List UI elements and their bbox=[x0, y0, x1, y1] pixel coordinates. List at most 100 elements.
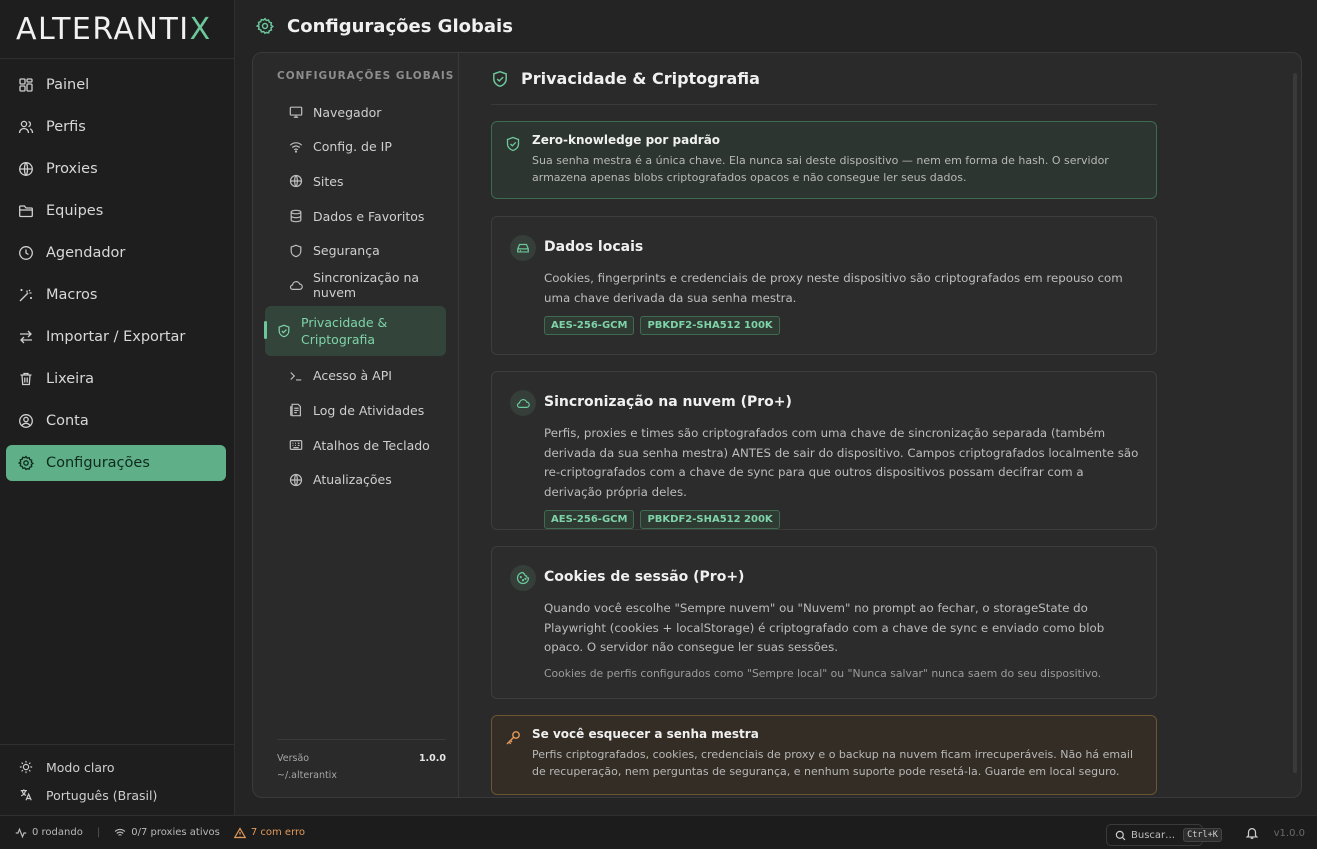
nav-label: Agendador bbox=[46, 245, 126, 261]
subnav-item-atualizacoes[interactable]: Atualizações bbox=[265, 462, 446, 497]
card-title: Cookies de sessão (Pro+) bbox=[544, 569, 745, 585]
nav-item-lixeira[interactable]: Lixeira bbox=[6, 361, 226, 397]
proxies-status[interactable]: 0/7 proxies ativos bbox=[114, 827, 220, 839]
nav-label: Perfis bbox=[46, 119, 86, 135]
subnav-label: Segurança bbox=[313, 243, 380, 259]
language-selector[interactable]: Português (Brasil) bbox=[0, 781, 234, 809]
terminal-icon bbox=[289, 369, 303, 383]
subnav-label: Privacidade & Criptografia bbox=[301, 314, 388, 347]
nav-item-painel[interactable]: Painel bbox=[6, 67, 226, 103]
subnav-label: Sincronização na nuvem bbox=[313, 270, 420, 301]
subnav-label: Log de Atividades bbox=[313, 402, 425, 418]
user-circle-icon bbox=[18, 413, 34, 429]
subnav-item-sincronizacao[interactable]: Sincronização na nuvem bbox=[265, 268, 446, 303]
version-info: Versão ~/.alterantix 1.0.0 bbox=[277, 739, 446, 781]
separator: | bbox=[96, 827, 101, 838]
nav-item-perfis[interactable]: Perfis bbox=[6, 109, 226, 145]
cloud-icon bbox=[510, 390, 536, 416]
card-dados-locais: Dados locais Cookies, fingerprints e cre… bbox=[491, 216, 1157, 355]
settings-subnav: CONFIGURAÇÕES GLOBAIS Navegador Config. … bbox=[253, 53, 459, 797]
notice-title: Zero-knowledge por padrão bbox=[532, 133, 721, 147]
section-title: Privacidade & Criptografia bbox=[521, 69, 760, 88]
status-bar: 0 rodando | 0/7 proxies ativos 7 com err… bbox=[0, 815, 1317, 849]
logo[interactable]: ALTERANTIX bbox=[0, 0, 234, 59]
card-description: Perfis, proxies e times são criptografad… bbox=[544, 426, 1139, 499]
nav-item-importar-exportar[interactable]: Importar / Exportar bbox=[6, 319, 226, 355]
nav-item-conta[interactable]: Conta bbox=[6, 403, 226, 439]
nav-item-equipes[interactable]: Equipes bbox=[6, 193, 226, 229]
cookie-icon bbox=[510, 565, 536, 591]
subnav-item-atalhos[interactable]: Atalhos de Teclado bbox=[265, 428, 446, 463]
globe-icon bbox=[18, 161, 34, 177]
sidebar-footer: Modo claro Português (Brasil) bbox=[0, 744, 234, 815]
wifi-icon bbox=[114, 827, 126, 839]
subnav-item-sites[interactable]: Sites bbox=[265, 164, 446, 199]
card-description: Quando você escolhe "Sempre nuvem" ou "N… bbox=[544, 601, 1105, 654]
subnav-item-log-atividades[interactable]: Log de Atividades bbox=[265, 393, 446, 428]
nav-label: Equipes bbox=[46, 203, 104, 219]
shortcut-hint: Ctrl+K bbox=[1183, 828, 1222, 842]
settings-panel: CONFIGURAÇÕES GLOBAIS Navegador Config. … bbox=[252, 52, 1302, 798]
search-placeholder: Buscar… bbox=[1131, 829, 1176, 841]
page-title: Configurações Globais bbox=[287, 15, 513, 37]
nav-label: Proxies bbox=[46, 161, 98, 177]
nav-item-macros[interactable]: Macros bbox=[6, 277, 226, 313]
subnav-item-config-ip[interactable]: Config. de IP bbox=[265, 130, 446, 165]
master-password-warning: Se você esquecer a senha mestra Perfis c… bbox=[491, 715, 1157, 795]
version-path: ~/.alterantix bbox=[277, 770, 337, 781]
cloud-icon bbox=[289, 278, 303, 292]
nav-item-proxies[interactable]: Proxies bbox=[6, 151, 226, 187]
zero-knowledge-notice: Zero-knowledge por padrão Sua senha mest… bbox=[491, 121, 1157, 199]
nav-label: Configurações bbox=[46, 455, 150, 471]
running-text: 0 rodando bbox=[32, 827, 83, 838]
folder-icon bbox=[18, 203, 34, 219]
translate-icon bbox=[18, 787, 34, 803]
shield-check-icon bbox=[277, 324, 291, 338]
globe-icon bbox=[289, 174, 303, 188]
subnav-label: Navegador bbox=[313, 104, 382, 120]
subnav-label: Dados e Favoritos bbox=[313, 208, 425, 224]
errors-text: 7 com erro bbox=[250, 827, 306, 838]
monitor-icon bbox=[289, 105, 303, 119]
logo-x: X bbox=[189, 11, 212, 47]
trash-icon bbox=[18, 371, 34, 387]
section-header: Privacidade & Criptografia bbox=[491, 53, 1157, 105]
subnav-item-privacidade[interactable]: Privacidade & Criptografia bbox=[264, 305, 446, 356]
dashboard-icon bbox=[18, 77, 34, 93]
errors-status[interactable]: 7 com erro bbox=[233, 826, 306, 839]
app-version: v1.0.0 bbox=[1273, 828, 1305, 839]
version-label: Versão bbox=[277, 753, 310, 764]
badge: AES-256-GCM bbox=[544, 510, 635, 529]
card-sincronizacao: Sincronização na nuvem (Pro+) Perfis, pr… bbox=[491, 371, 1157, 530]
magic-wand-icon bbox=[18, 287, 34, 303]
database-icon bbox=[289, 209, 303, 223]
card-title: Dados locais bbox=[544, 239, 644, 255]
key-icon bbox=[505, 730, 521, 746]
warning-icon bbox=[233, 826, 246, 839]
shield-icon bbox=[289, 244, 303, 258]
users-icon bbox=[18, 119, 34, 135]
theme-label: Modo claro bbox=[46, 759, 115, 775]
subnav-label: Config. de IP bbox=[313, 139, 392, 155]
gear-icon bbox=[18, 455, 34, 471]
badge: PBKDF2-SHA512 100K bbox=[640, 316, 780, 335]
subnav-item-acesso-api[interactable]: Acesso à API bbox=[265, 359, 446, 394]
badge-group: AES-256-GCM PBKDF2-SHA512 100K bbox=[544, 316, 1142, 335]
global-search[interactable]: Buscar… Ctrl+K bbox=[1106, 824, 1222, 846]
subnav-label: Atualizações bbox=[313, 472, 392, 488]
badge: PBKDF2-SHA512 200K bbox=[640, 510, 780, 529]
subnav-item-seguranca[interactable]: Segurança bbox=[265, 233, 446, 268]
nav-item-configuracoes[interactable]: Configurações bbox=[6, 445, 226, 481]
subnav-item-dados-favoritos[interactable]: Dados e Favoritos bbox=[265, 199, 446, 234]
nav-item-agendador[interactable]: Agendador bbox=[6, 235, 226, 271]
subnav-item-navegador[interactable]: Navegador bbox=[265, 95, 446, 130]
notice-description: Sua senha mestra é a única chave. Ela nu… bbox=[532, 154, 1109, 184]
badge-group: AES-256-GCM PBKDF2-SHA512 200K bbox=[544, 510, 1142, 529]
nav-label: Painel bbox=[46, 77, 90, 93]
gear-icon bbox=[256, 17, 274, 35]
activity-icon bbox=[15, 827, 27, 839]
content-scrollbar[interactable] bbox=[1293, 73, 1297, 773]
theme-toggle[interactable]: Modo claro bbox=[0, 753, 234, 781]
bell-icon[interactable] bbox=[1245, 826, 1259, 840]
running-status[interactable]: 0 rodando bbox=[15, 827, 83, 839]
